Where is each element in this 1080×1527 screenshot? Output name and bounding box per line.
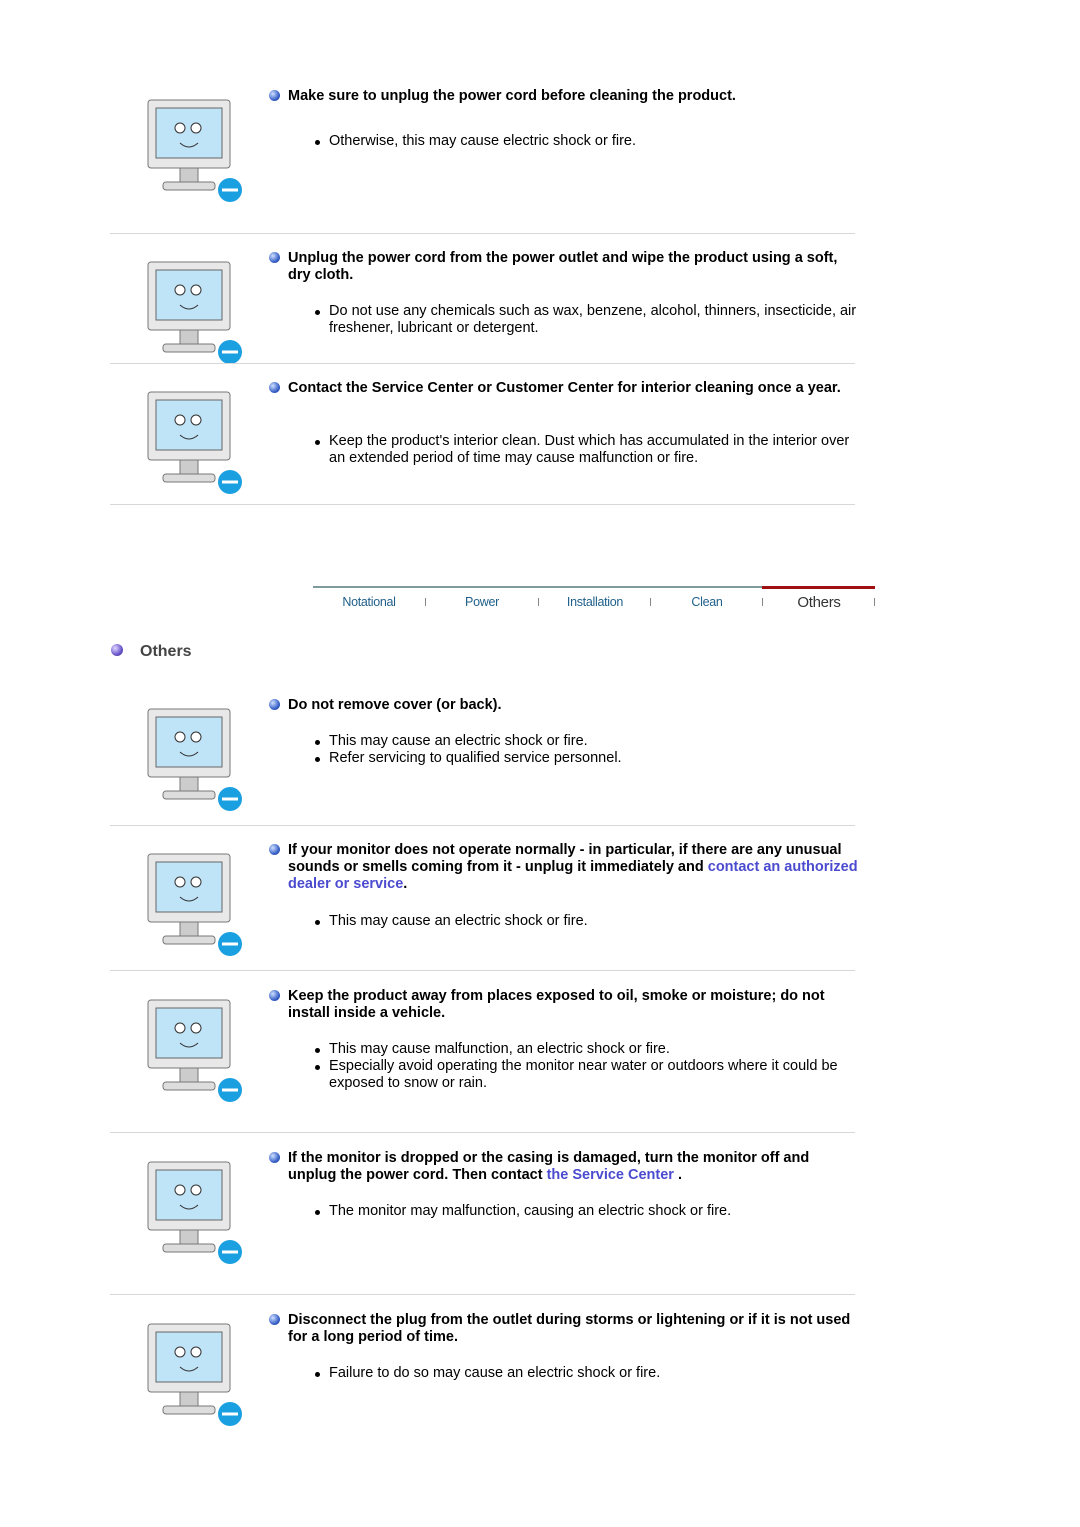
monitor-illustration [118,380,258,505]
nav-separator [874,598,875,606]
list-item: The monitor may malfunction, causing an … [315,1203,859,1220]
divider [110,233,855,234]
list-item: Especially avoid operating the monitor n… [315,1058,859,1092]
heading-end: . [403,876,408,892]
nav-clean[interactable]: Clean [651,595,763,609]
bullet-icon [269,699,280,710]
divider [110,970,855,971]
item-heading: If your monitor does not operate normall… [269,842,858,893]
bullet-icon [269,252,280,263]
nav-notational[interactable]: Notational [313,595,425,609]
list-item: This may cause malfunction, an electric … [315,1041,859,1058]
item-heading: If the monitor is dropped or the casing … [269,1150,858,1184]
heading-text: Unplug the power cord from the power out… [288,250,838,283]
divider [110,504,855,505]
page: Notational Power Installation Clean Othe… [0,0,1080,1527]
section-bullet-icon [111,644,123,656]
nav-power[interactable]: Power [426,595,538,609]
list-item: This may cause an electric shock or fire… [315,913,859,930]
monitor-illustration [118,697,258,822]
monitor-illustration [118,988,258,1113]
heading-end: . [673,1167,682,1183]
list-item: Otherwise, this may cause electric shock… [315,133,859,150]
active-tab-indicator [762,586,875,589]
item-heading: Disconnect the plug from the outlet duri… [269,1312,858,1346]
divider [110,1294,855,1295]
nav-others[interactable]: Others [763,594,875,611]
bullet-icon [269,1314,280,1325]
bullet-list: Failure to do so may cause an electric s… [315,1365,859,1382]
list-item: Refer servicing to qualified service per… [315,750,859,767]
item-heading: Unplug the power cord from the power out… [269,250,858,284]
heading-text: Do not remove cover (or back). [288,697,502,713]
heading-text: Contact the Service Center or Customer C… [288,380,841,396]
bullet-list: This may cause an electric shock or fire… [315,913,859,930]
divider [110,1132,855,1133]
service-link[interactable]: the Service Center [547,1167,674,1183]
bullet-icon [269,844,280,855]
monitor-illustration [118,1150,258,1275]
bullet-icon [269,990,280,1001]
bullet-list: This may cause an electric shock or fire… [315,733,859,767]
list-item: Do not use any chemicals such as wax, be… [315,303,859,337]
section-nav: Notational Power Installation Clean Othe… [313,586,875,618]
list-item: Failure to do so may cause an electric s… [315,1365,859,1382]
monitor-illustration [118,250,258,375]
list-item: Keep the product's interior clean. Dust … [315,433,859,467]
bullet-list: Do not use any chemicals such as wax, be… [315,303,859,337]
monitor-illustration [118,842,258,967]
bullet-list: Otherwise, this may cause electric shock… [315,133,859,150]
bullet-list: This may cause malfunction, an electric … [315,1041,859,1092]
monitor-illustration [118,1312,258,1437]
bullet-icon [269,382,280,393]
section-title: Others [140,643,192,660]
heading-text: Disconnect the plug from the outlet duri… [288,1312,851,1345]
bullet-list: Keep the product's interior clean. Dust … [315,433,859,467]
divider [110,825,855,826]
monitor-illustration [118,88,258,213]
list-item: This may cause an electric shock or fire… [315,733,859,750]
item-heading: Make sure to unplug the power cord befor… [269,88,858,105]
heading-text: Make sure to unplug the power cord befor… [288,88,736,104]
heading-text: Keep the product away from places expose… [288,988,825,1021]
item-heading: Contact the Service Center or Customer C… [269,380,858,397]
nav-installation[interactable]: Installation [539,595,651,609]
bullet-icon [269,1152,280,1163]
bullet-list: The monitor may malfunction, causing an … [315,1203,859,1220]
item-heading: Keep the product away from places expose… [269,988,858,1022]
divider [110,363,855,364]
bullet-icon [269,90,280,101]
item-heading: Do not remove cover (or back). [269,697,858,714]
